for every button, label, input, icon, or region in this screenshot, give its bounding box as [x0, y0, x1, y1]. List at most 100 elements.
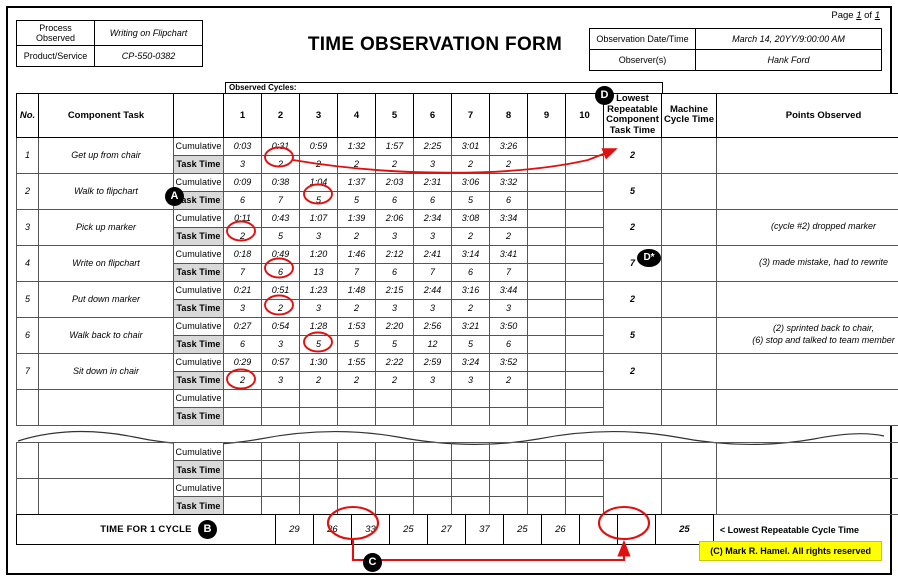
machine-cycle-time[interactable]	[661, 316, 717, 354]
task-time-cell[interactable]: 2	[261, 298, 300, 318]
task-time-cell[interactable]: 2	[223, 370, 262, 390]
points-observed-cell[interactable]: (2) sprinted back to chair, (6) stop and …	[716, 316, 898, 354]
cumulative-cell[interactable]	[337, 478, 376, 497]
task-time-cell[interactable]	[527, 262, 566, 282]
machine-cycle-time[interactable]	[661, 172, 717, 210]
cumulative-cell[interactable]	[527, 244, 566, 264]
task-time-cell[interactable]: 2	[451, 154, 490, 174]
cumulative-cell[interactable]	[565, 280, 604, 300]
machine-cycle-time[interactable]	[661, 478, 717, 515]
cumulative-cell[interactable]	[299, 442, 338, 461]
cumulative-cell[interactable]: 2:12	[375, 244, 414, 264]
cumulative-cell[interactable]: 2:44	[413, 280, 452, 300]
lowest-repeatable-task-time[interactable]	[603, 478, 662, 515]
lowest-repeatable-task-time[interactable]: 2	[603, 280, 662, 318]
cumulative-cell[interactable]	[451, 478, 490, 497]
cumulative-cell[interactable]: 3:06	[451, 172, 490, 192]
cumulative-cell[interactable]	[527, 316, 566, 336]
task-time-cell[interactable]	[261, 460, 300, 479]
cumulative-cell[interactable]: 0:09	[223, 172, 262, 192]
cumulative-cell[interactable]: 1:23	[299, 280, 338, 300]
cumulative-cell[interactable]: 0:11	[223, 208, 262, 228]
cumulative-cell[interactable]: 3:44	[489, 280, 528, 300]
task-time-cell[interactable]: 7	[223, 262, 262, 282]
task-time-cell[interactable]: 2	[337, 370, 376, 390]
task-time-cell[interactable]	[413, 496, 452, 515]
task-time-cell[interactable]: 2	[337, 226, 376, 246]
task-time-cell[interactable]	[413, 406, 452, 426]
task-time-cell[interactable]	[527, 334, 566, 354]
task-time-cell[interactable]	[375, 460, 414, 479]
task-time-cell[interactable]	[337, 496, 376, 515]
machine-cycle-time[interactable]	[661, 136, 717, 174]
task-time-cell[interactable]: 6	[223, 190, 262, 210]
task-time-cell[interactable]: 3	[299, 298, 338, 318]
lowest-repeatable-task-time[interactable]: 5	[603, 316, 662, 354]
task-time-cell[interactable]: 3	[223, 154, 262, 174]
cumulative-cell[interactable]	[299, 388, 338, 408]
task-time-cell[interactable]: 6	[489, 334, 528, 354]
cumulative-cell[interactable]: 1:46	[337, 244, 376, 264]
cumulative-cell[interactable]	[299, 478, 338, 497]
cumulative-cell[interactable]: 3:41	[489, 244, 528, 264]
task-time-cell[interactable]	[451, 406, 490, 426]
cumulative-cell[interactable]: 3:08	[451, 208, 490, 228]
cumulative-cell[interactable]: 2:59	[413, 352, 452, 372]
cumulative-cell[interactable]: 3:52	[489, 352, 528, 372]
cumulative-cell[interactable]: 1:07	[299, 208, 338, 228]
task-time-cell[interactable]	[527, 298, 566, 318]
points-observed-cell[interactable]	[716, 478, 898, 515]
lowest-repeatable-task-time[interactable]: 2	[603, 352, 662, 390]
cumulative-cell[interactable]	[527, 388, 566, 408]
task-time-cell[interactable]: 7	[413, 262, 452, 282]
task-time-cell[interactable]: 3	[413, 370, 452, 390]
task-time-cell[interactable]: 3	[375, 226, 414, 246]
cumulative-cell[interactable]: 0:27	[223, 316, 262, 336]
machine-cycle-time[interactable]	[661, 208, 717, 246]
cumulative-cell[interactable]	[565, 136, 604, 156]
cumulative-cell[interactable]: 0:18	[223, 244, 262, 264]
cumulative-cell[interactable]	[375, 442, 414, 461]
lowest-repeatable-task-time[interactable]: 2	[603, 208, 662, 246]
cumulative-cell[interactable]	[527, 136, 566, 156]
task-time-cell[interactable]: 3	[261, 370, 300, 390]
cumulative-cell[interactable]: 0:59	[299, 136, 338, 156]
task-time-cell[interactable]: 5	[299, 190, 338, 210]
cumulative-cell[interactable]: 3:24	[451, 352, 490, 372]
task-time-cell[interactable]: 2	[299, 154, 338, 174]
task-time-cell[interactable]: 2	[489, 370, 528, 390]
task-time-cell[interactable]: 5	[299, 334, 338, 354]
cumulative-cell[interactable]	[413, 442, 452, 461]
task-time-cell[interactable]	[489, 406, 528, 426]
cumulative-cell[interactable]: 2:03	[375, 172, 414, 192]
task-time-cell[interactable]	[565, 496, 604, 515]
cumulative-cell[interactable]	[565, 172, 604, 192]
task-time-cell[interactable]	[451, 496, 490, 515]
task-time-cell[interactable]	[223, 496, 262, 515]
cumulative-cell[interactable]	[375, 478, 414, 497]
task-time-cell[interactable]	[527, 190, 566, 210]
cumulative-cell[interactable]: 0:54	[261, 316, 300, 336]
cumulative-cell[interactable]	[565, 352, 604, 372]
cumulative-cell[interactable]: 3:32	[489, 172, 528, 192]
cumulative-cell[interactable]: 2:41	[413, 244, 452, 264]
cumulative-cell[interactable]: 0:43	[261, 208, 300, 228]
cumulative-cell[interactable]: 3:01	[451, 136, 490, 156]
cumulative-cell[interactable]: 0:03	[223, 136, 262, 156]
task-time-cell[interactable]	[337, 460, 376, 479]
cumulative-cell[interactable]	[337, 442, 376, 461]
task-time-cell[interactable]: 2	[337, 298, 376, 318]
task-time-cell[interactable]: 7	[261, 190, 300, 210]
task-time-cell[interactable]: 2	[261, 154, 300, 174]
task-time-cell[interactable]	[223, 406, 262, 426]
cumulative-cell[interactable]: 1:55	[337, 352, 376, 372]
task-time-cell[interactable]: 3	[489, 298, 528, 318]
cumulative-cell[interactable]: 2:15	[375, 280, 414, 300]
cumulative-cell[interactable]: 3:14	[451, 244, 490, 264]
cumulative-cell[interactable]	[565, 316, 604, 336]
task-time-cell[interactable]	[527, 406, 566, 426]
task-time-cell[interactable]: 7	[337, 262, 376, 282]
lowest-repeatable-task-time[interactable]: 2	[603, 136, 662, 174]
task-time-cell[interactable]	[527, 226, 566, 246]
cumulative-cell[interactable]	[413, 478, 452, 497]
